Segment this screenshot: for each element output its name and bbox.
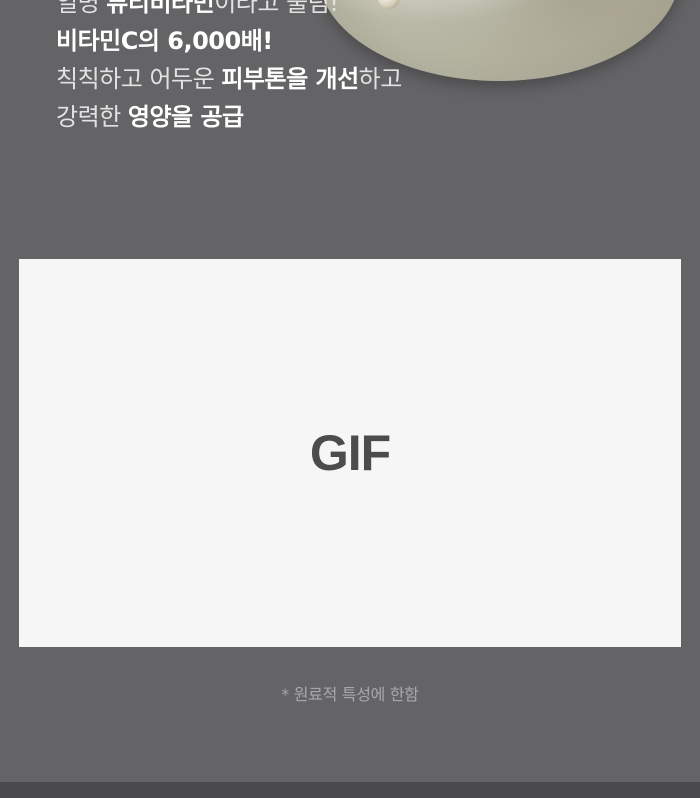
headline-line-1-strong: 뷰티비타민 [106,0,215,17]
headline-line-4-strong: 영양을 공급 [127,103,244,131]
headline-line-3-prefix: 칙칙하고 어두운 [56,65,222,93]
headline-line-3: 칙칙하고 어두운 피부톤을 개선하고 [56,60,402,98]
headline-line-2-strong: 비타민C의 6,000배! [56,27,273,55]
headline-line-3-strong: 피부톤을 개선 [221,65,359,93]
headline-line-4: 강력한 영양을 공급 [56,98,402,136]
product-detail-section: 일명 뷰티비타민이라고 불림! 비타민C의 6,000배! 칙칙하고 어두운 피… [0,0,700,782]
headline-line-3-suffix: 하고 [358,65,403,93]
gif-label: GIF [309,425,391,481]
headline-line-4-prefix: 강력한 [56,103,128,131]
footnote: * 원료적 특성에 한함 [281,685,419,704]
headline-copy: 일명 뷰티비타민이라고 불림! 비타민C의 6,000배! 칙칙하고 어두운 피… [56,0,402,136]
bottom-divider [0,782,700,798]
headline-line-1-prefix: 일명 [56,0,107,17]
headline-line-1: 일명 뷰티비타민이라고 불림! [56,0,402,22]
gif-placeholder: GIF [19,259,681,647]
headline-line-2: 비타민C의 6,000배! [56,22,402,60]
headline-line-1-suffix: 이라고 불림! [214,0,339,17]
